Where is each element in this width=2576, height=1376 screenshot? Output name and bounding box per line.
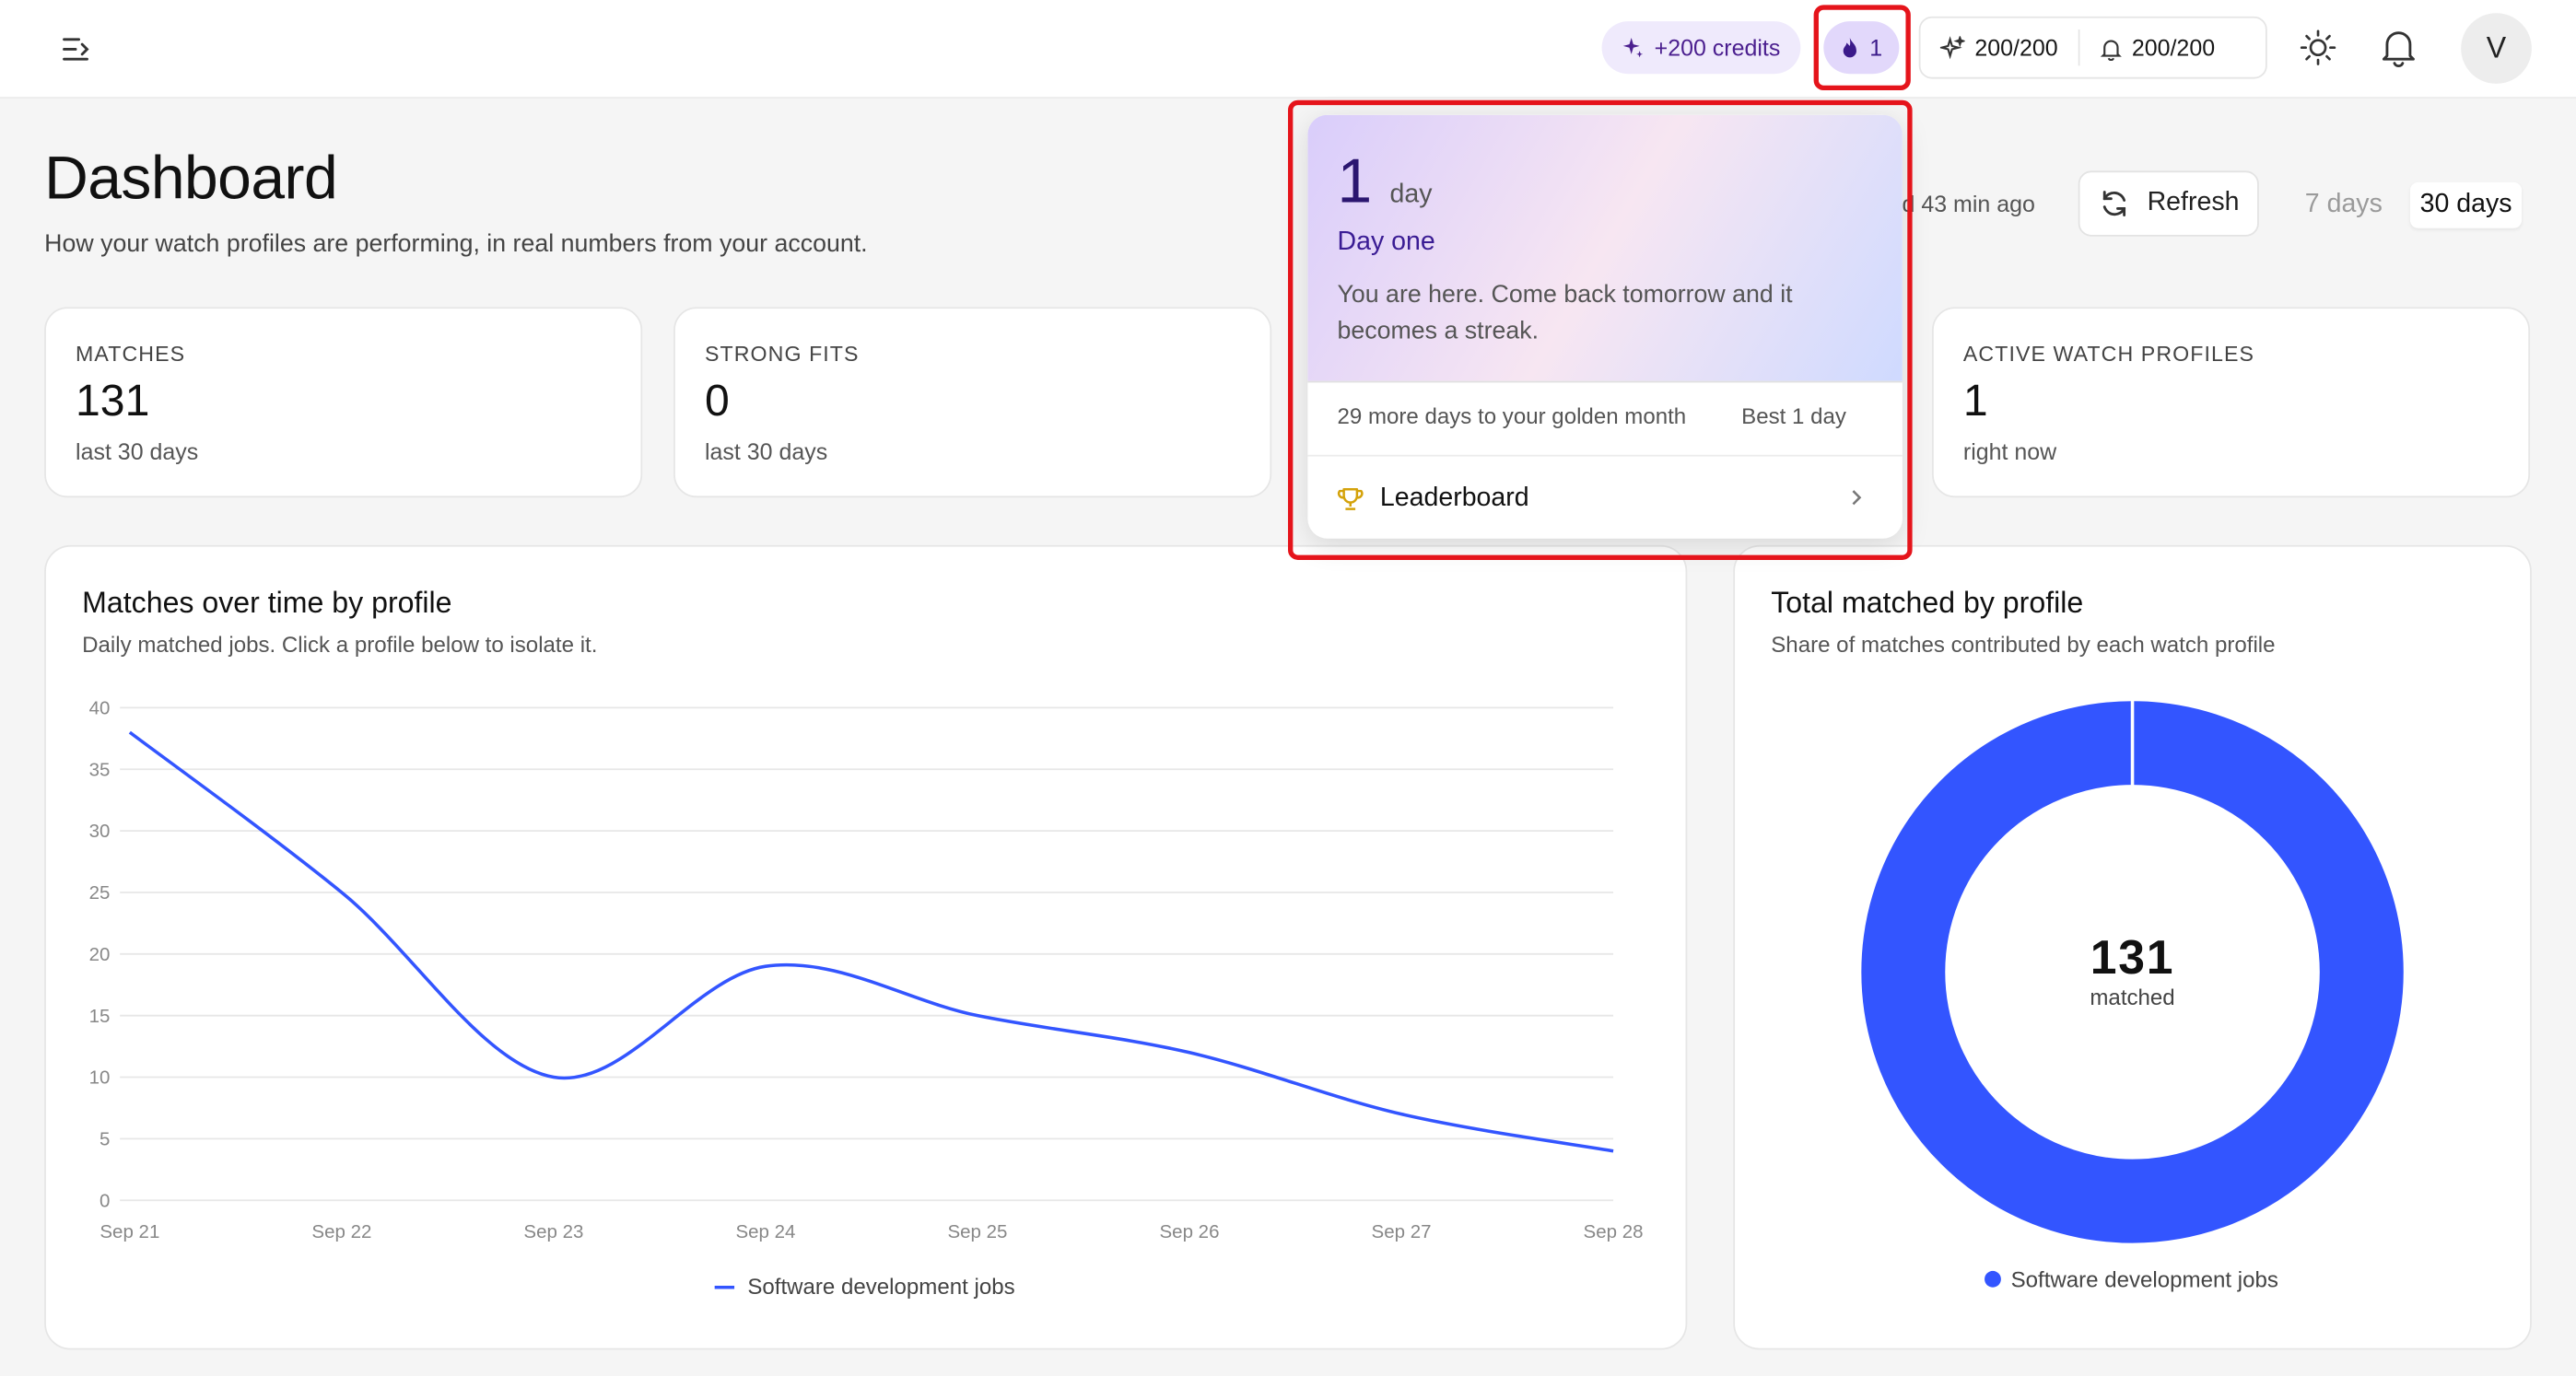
y-tick-label: 35 [89, 759, 111, 780]
y-tick-label: 25 [89, 882, 111, 904]
streak-count: 1 [1869, 34, 1883, 61]
stat-value: 131 [76, 376, 150, 426]
range-30-days[interactable]: 30 days [2409, 181, 2523, 228]
refresh-label: Refresh [2147, 189, 2240, 217]
notifications-bell-icon[interactable] [2379, 27, 2418, 69]
donut-chart-panel: Total matched by profile Share of matche… [1733, 544, 2532, 1350]
user-avatar[interactable]: V [2461, 13, 2532, 84]
stat-card-strong-fits: STRONG FITS 0 last 30 days [673, 307, 1272, 498]
sparkle-icon [1622, 38, 1644, 58]
streak-button[interactable]: 1 [1823, 21, 1899, 75]
page-subtitle: How your watch profiles are performing, … [44, 229, 868, 258]
stat-label: ACTIVE WATCH PROFILES [1962, 341, 2255, 367]
bell-icon [2100, 39, 2122, 61]
range-7-days[interactable]: 7 days [2295, 182, 2392, 228]
trophy-icon [1337, 488, 1364, 510]
alerts-quota-value: 200/200 [2131, 34, 2216, 61]
stat-value: 0 [704, 376, 730, 426]
credits-button[interactable]: +200 credits [1601, 21, 1800, 75]
y-tick-label: 30 [89, 821, 111, 842]
donut-center-label: matched [2090, 985, 2174, 1010]
x-tick-label: Sep 28 [1584, 1221, 1644, 1242]
page-title: Dashboard [44, 144, 338, 212]
y-tick-label: 0 [100, 1190, 110, 1211]
x-tick-label: Sep 26 [1160, 1221, 1220, 1242]
y-tick-label: 15 [89, 1006, 111, 1027]
y-tick-label: 20 [89, 944, 111, 965]
stat-card-active-profiles: ACTIVE WATCH PROFILES 1 right now [1931, 307, 2531, 498]
donut-chart: 131matched Software development jobs [1861, 699, 2404, 1293]
legend-swatch [1985, 1270, 2001, 1288]
last-updated-text: ed 43 min ago [1889, 190, 2035, 217]
legend-label: Software development jobs [2011, 1268, 2278, 1293]
streak-day-unit: day [1389, 181, 1433, 209]
ai-quota[interactable]: 200/200 [1921, 34, 2078, 61]
refresh-icon [2102, 191, 2126, 216]
y-tick-label: 40 [89, 698, 111, 719]
leaderboard-link[interactable]: Leaderboard [1337, 484, 1529, 514]
theme-toggle-sun-icon[interactable] [2299, 27, 2338, 69]
streak-title: Day one [1337, 227, 1435, 257]
y-tick-label: 10 [89, 1067, 111, 1089]
alerts-quota[interactable]: 200/200 [2079, 34, 2235, 61]
ai-quota-value: 200/200 [1974, 34, 2058, 61]
credits-label: +200 credits [1654, 34, 1781, 61]
stat-value: 1 [1962, 376, 1988, 426]
leaderboard-label: Leaderboard [1379, 484, 1529, 513]
stat-label: MATCHES [76, 341, 186, 367]
y-tick-label: 5 [100, 1129, 110, 1150]
stat-label: STRONG FITS [704, 341, 860, 367]
chevron-right-icon [1852, 490, 1862, 506]
quota-group: 200/200 200/200 [1918, 16, 2267, 79]
flame-icon [1843, 38, 1856, 58]
popover-divider [1307, 454, 1903, 457]
stat-card-matches: MATCHES 131 last 30 days [44, 307, 643, 498]
best-streak-text: Best 1 day [1741, 403, 1846, 429]
stat-sub: right now [1962, 438, 2057, 465]
x-tick-label: Sep 23 [523, 1221, 583, 1242]
series-line [128, 730, 1614, 1153]
stat-sub: last 30 days [76, 438, 199, 465]
x-tick-label: Sep 25 [947, 1221, 1007, 1242]
app-root: +200 credits 1 200/200 200/200 V Dashboa… [0, 0, 2576, 1376]
donut-center-value: 131 [2090, 930, 2175, 984]
streak-hero: 1 day Day one You are here. Come back to… [1307, 114, 1903, 383]
top-bar: +200 credits 1 200/200 200/200 V [0, 0, 2576, 99]
x-tick-label: Sep 27 [1372, 1221, 1432, 1242]
legend-label: Software development jobs [747, 1275, 1014, 1300]
golden-month-text: 29 more days to your golden month [1337, 403, 1687, 429]
refresh-button[interactable]: Refresh [2078, 170, 2259, 237]
line-chart-panel: Matches over time by profile Daily match… [44, 544, 1688, 1350]
avatar-initial: V [2486, 30, 2507, 64]
streak-description: You are here. Come back tomorrow and it … [1337, 280, 1793, 345]
x-tick-label: Sep 22 [311, 1221, 371, 1242]
stat-sub: last 30 days [704, 438, 828, 465]
streak-popover: 1 day Day one You are here. Come back to… [1307, 114, 1903, 539]
x-tick-label: Sep 24 [735, 1221, 795, 1242]
x-tick-label: Sep 21 [100, 1221, 159, 1242]
sparkle-icon [1939, 35, 1965, 59]
streak-day-count: 1 [1337, 147, 1373, 217]
line-chart: 0 5 10 15 20 25 30 35 40 Sep 21 Sep 22 Sep 23 Sep 24… [89, 698, 1644, 1300]
sidebar-toggle-icon[interactable] [59, 31, 95, 67]
